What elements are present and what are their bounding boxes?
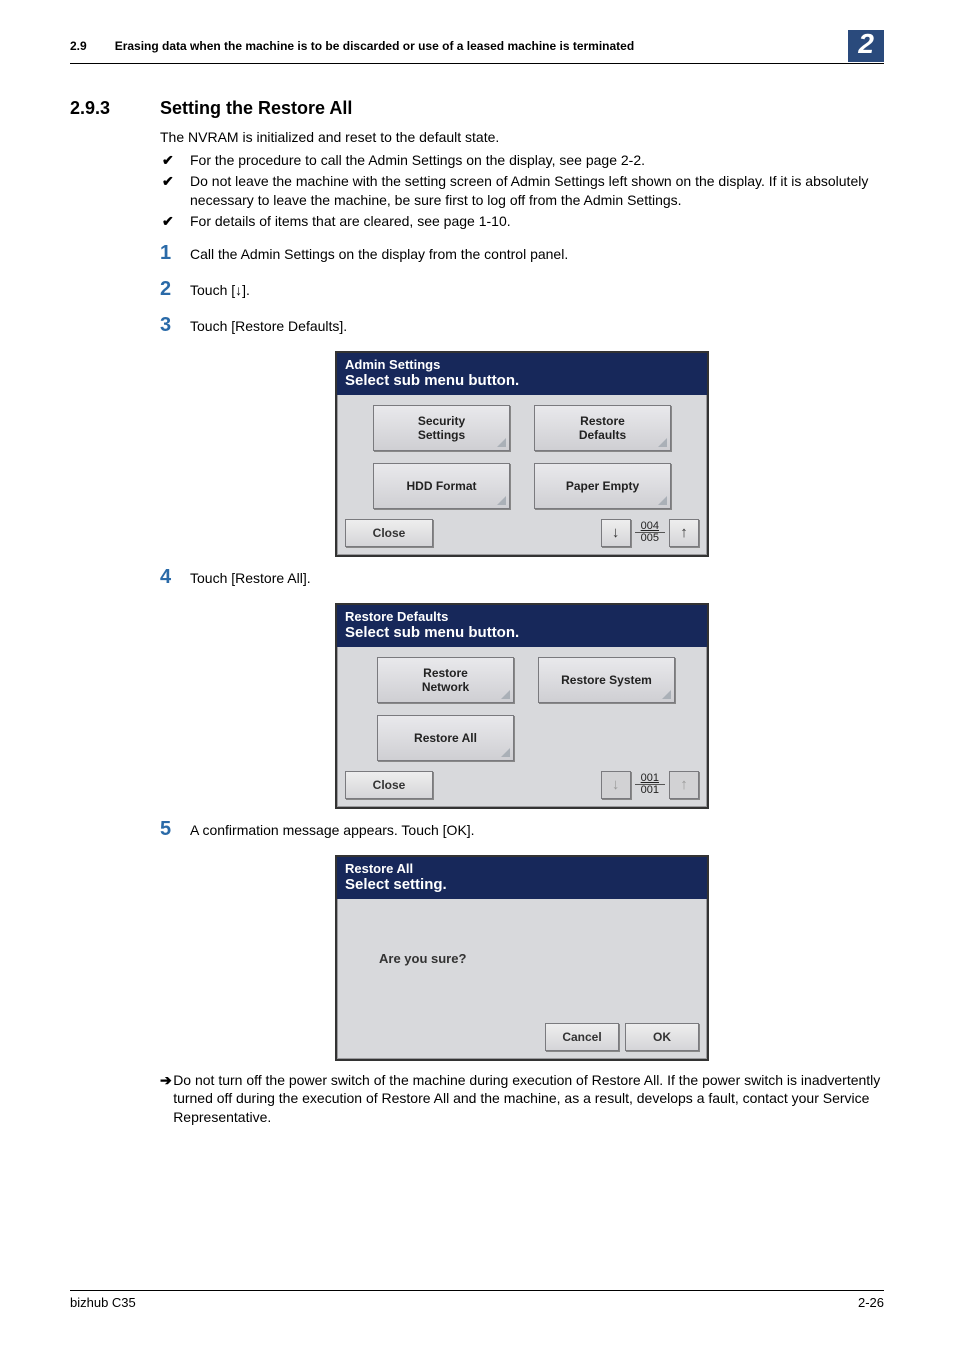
step-text: A confirmation message appears. Touch [O… (190, 819, 884, 839)
page-footer: bizhub C35 2-26 (70, 1290, 884, 1310)
chapter-badge: 2 (848, 30, 884, 62)
panel-subtitle: Select sub menu button. (345, 624, 699, 641)
check-item: For the procedure to call the Admin Sett… (160, 151, 884, 170)
check-item: Do not leave the machine with the settin… (160, 172, 884, 210)
panel-subtitle: Select setting. (345, 876, 699, 893)
panel-header: Restore Defaults Select sub menu button. (337, 605, 707, 647)
arrow-up-icon: ↑ (680, 776, 688, 793)
step-5: 5 A confirmation message appears. Touch … (160, 819, 884, 839)
arrow-right-icon: ➔ (160, 1071, 173, 1128)
warning-note: ➔ Do not turn off the power switch of th… (160, 1071, 884, 1128)
step-number: 4 (160, 567, 190, 587)
step-number: 2 (160, 279, 190, 299)
page-counter: 004 005 (635, 521, 665, 544)
step-text: Touch [Restore All]. (190, 567, 884, 587)
section-number: 2.9.3 (70, 98, 160, 119)
arrow-down-icon: ↓ (612, 776, 620, 793)
up-arrow-button[interactable]: ↑ (669, 771, 699, 799)
step-1: 1 Call the Admin Settings on the display… (160, 243, 884, 263)
page-header: 2.9 Erasing data when the machine is to … (70, 30, 884, 64)
panel-header: Admin Settings Select sub menu button. (337, 353, 707, 395)
arrow-up-icon: ↑ (680, 524, 688, 541)
up-arrow-button[interactable]: ↑ (669, 519, 699, 547)
page-counter: 001 001 (635, 773, 665, 796)
arrow-down-icon: ↓ (612, 524, 620, 541)
down-arrow-button[interactable]: ↓ (601, 519, 631, 547)
panel-title: Admin Settings (345, 357, 699, 372)
step-text: Call the Admin Settings on the display f… (190, 243, 884, 263)
header-section-number: 2.9 (70, 39, 87, 53)
restore-system-button[interactable]: Restore System (538, 657, 675, 703)
step-text: Touch [Restore Defaults]. (190, 315, 884, 335)
footer-product: bizhub C35 (70, 1295, 136, 1310)
ok-button[interactable]: OK (625, 1023, 699, 1051)
step-3: 3 Touch [Restore Defaults]. (160, 315, 884, 335)
header-title: Erasing data when the machine is to be d… (115, 39, 839, 53)
down-arrow-button[interactable]: ↓ (601, 771, 631, 799)
panel-header: Restore All Select setting. (337, 857, 707, 899)
step-4: 4 Touch [Restore All]. (160, 567, 884, 587)
close-button[interactable]: Close (345, 771, 433, 799)
footer-page-number: 2-26 (858, 1295, 884, 1310)
step-2: 2 Touch [↓]. (160, 279, 884, 299)
prerequisite-list: For the procedure to call the Admin Sett… (160, 151, 884, 231)
restore-network-button[interactable]: Restore Network (377, 657, 514, 703)
cancel-button[interactable]: Cancel (545, 1023, 619, 1051)
security-settings-button[interactable]: Security Settings (373, 405, 510, 451)
step-number: 1 (160, 243, 190, 263)
step-text: Touch [↓]. (190, 279, 884, 299)
close-button[interactable]: Close (345, 519, 433, 547)
panel-title: Restore All (345, 861, 699, 876)
note-text: Do not turn off the power switch of the … (173, 1071, 884, 1128)
panel-subtitle: Select sub menu button. (345, 372, 699, 389)
confirmation-message: Are you sure? (337, 899, 707, 1019)
intro-text: The NVRAM is initialized and reset to th… (160, 129, 884, 145)
restore-all-confirm-panel: Restore All Select setting. Are you sure… (335, 855, 709, 1061)
section-heading: 2.9.3 Setting the Restore All (70, 98, 884, 119)
check-item: For details of items that are cleared, s… (160, 212, 884, 231)
restore-defaults-button[interactable]: Restore Defaults (534, 405, 671, 451)
hdd-format-button[interactable]: HDD Format (373, 463, 510, 509)
paper-empty-button[interactable]: Paper Empty (534, 463, 671, 509)
panel-title: Restore Defaults (345, 609, 699, 624)
section-title: Setting the Restore All (160, 98, 352, 119)
step-number: 5 (160, 819, 190, 839)
admin-settings-panel: Admin Settings Select sub menu button. S… (335, 351, 709, 557)
restore-all-button[interactable]: Restore All (377, 715, 514, 761)
restore-defaults-panel: Restore Defaults Select sub menu button.… (335, 603, 709, 809)
step-number: 3 (160, 315, 190, 335)
